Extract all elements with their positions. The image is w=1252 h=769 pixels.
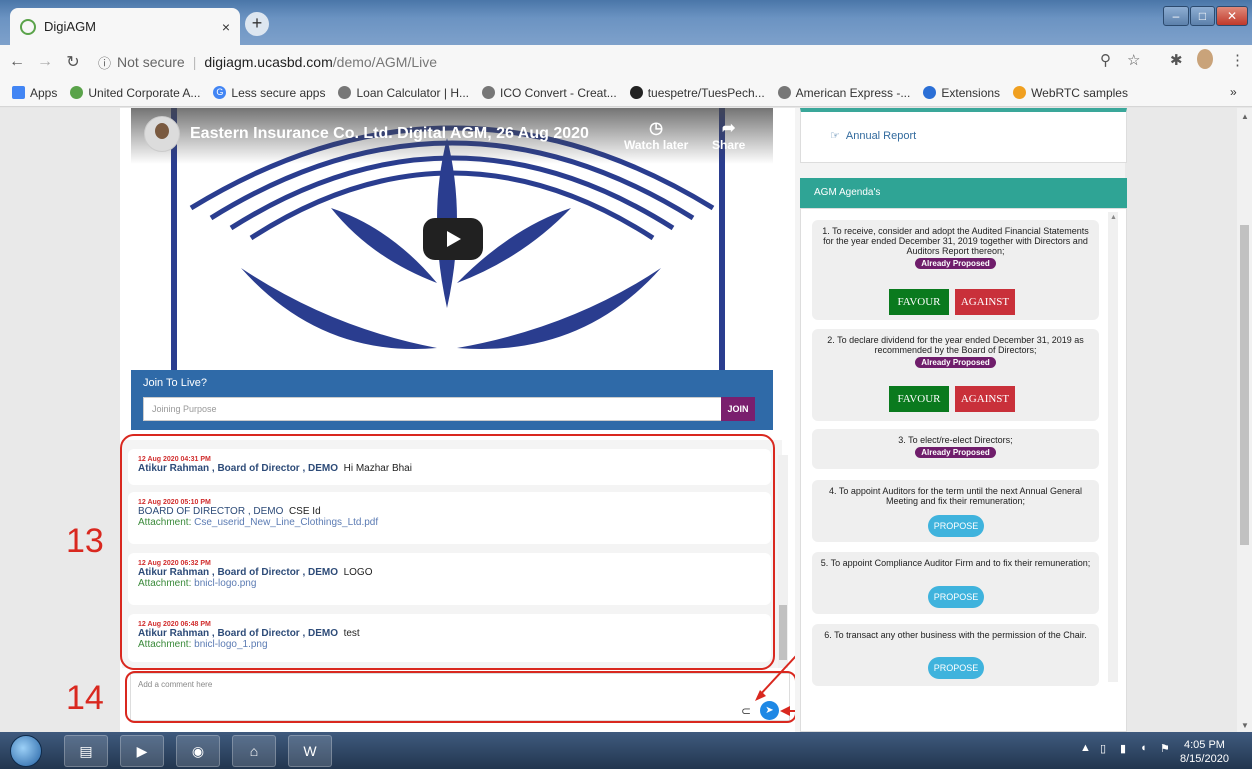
propose-button[interactable]: PROPOSE	[928, 657, 984, 679]
against-button[interactable]: AGAINST	[955, 289, 1015, 315]
annotation-arrowhead-16	[780, 706, 790, 716]
signal-icon[interactable]: ▮	[1120, 742, 1126, 755]
agenda-scrollbar[interactable]	[1108, 212, 1118, 682]
favour-button[interactable]: FAVOUR	[889, 386, 949, 412]
propose-button[interactable]: PROPOSE	[928, 515, 984, 537]
device-icon[interactable]: ▯	[1100, 742, 1106, 755]
agenda-heading: AGM Agenda's	[800, 178, 1127, 208]
file-explorer-icon[interactable]: ▤	[64, 735, 108, 767]
status-badge: Already Proposed	[915, 447, 996, 458]
against-button[interactable]: AGAINST	[955, 386, 1015, 412]
action-flag-icon[interactable]: ⚑	[1160, 742, 1170, 755]
network-app-icon[interactable]: ⌂	[232, 735, 276, 767]
agenda-item-text: 5. To appoint Compliance Auditor Firm an…	[820, 558, 1091, 568]
agenda-item-text: 2. To declare dividend for the year ende…	[827, 335, 1084, 355]
media-player-icon[interactable]: ▶	[120, 735, 164, 767]
favour-button[interactable]: FAVOUR	[889, 289, 949, 315]
word-icon[interactable]: W	[288, 735, 332, 767]
agenda-item-text: 6. To transact any other business with t…	[824, 630, 1087, 640]
annotation-arrowhead-15	[755, 690, 766, 701]
start-button[interactable]	[10, 735, 42, 767]
status-badge: Already Proposed	[915, 258, 996, 269]
agenda-item-text: 4. To appoint Auditors for the term unti…	[829, 486, 1082, 506]
agenda-scroll-up-icon[interactable]: ▲	[1110, 214, 1117, 221]
agenda-item-text: 1. To receive, consider and adopt the Au…	[822, 226, 1089, 256]
propose-button[interactable]: PROPOSE	[928, 586, 984, 608]
hand-pointer-icon: ☞	[830, 130, 840, 142]
status-badge: Already Proposed	[915, 357, 996, 368]
chrome-icon[interactable]: ◉	[176, 735, 220, 767]
volume-icon[interactable]: ◖	[1140, 742, 1147, 754]
annual-report-link[interactable]: ☞ Annual Report	[830, 129, 916, 142]
tray-expand-icon[interactable]: ▲	[1080, 742, 1091, 754]
agenda-item-text: 3. To elect/re-elect Directors;	[898, 435, 1013, 445]
taskbar-clock[interactable]: 4:05 PM 8/15/2020	[1180, 738, 1229, 766]
clock-date: 8/15/2020	[1180, 753, 1229, 765]
clock-time: 4:05 PM	[1183, 739, 1225, 751]
agenda-item-3: 3. To elect/re-elect Directors; Already …	[812, 429, 1099, 469]
